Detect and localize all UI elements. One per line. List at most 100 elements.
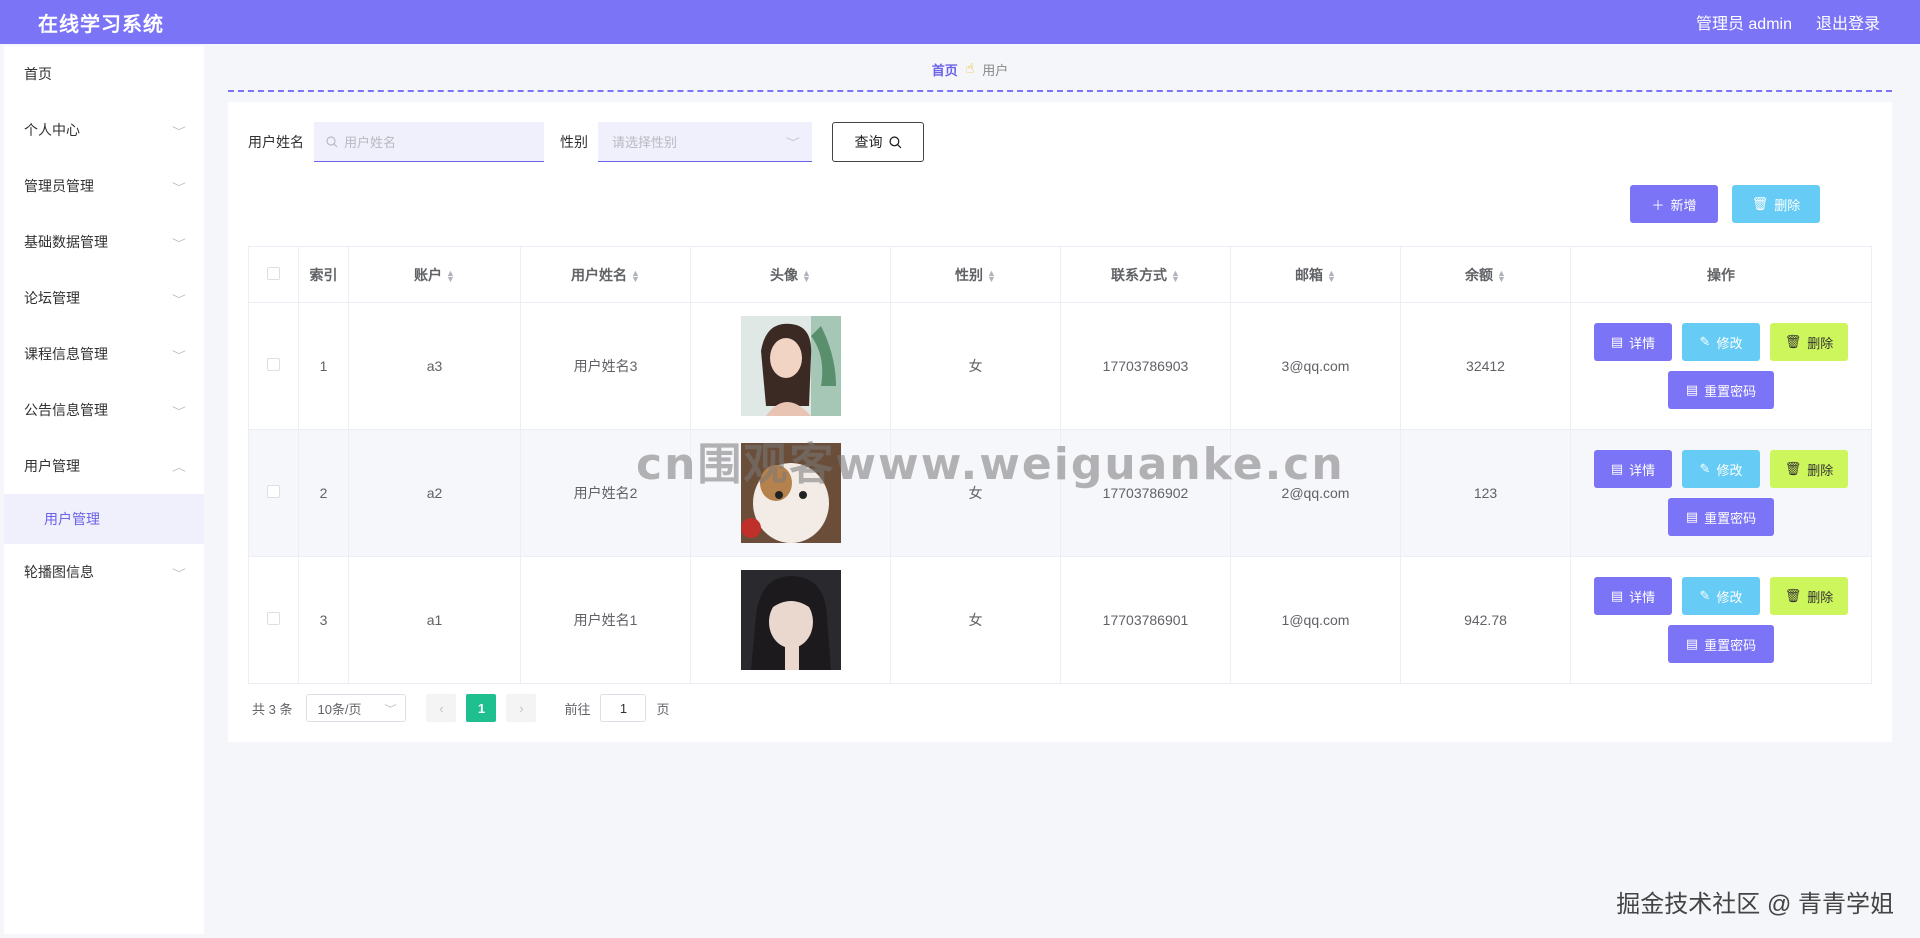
sidebar-item-basic-data[interactable]: 基础数据管理 ﹀: [4, 214, 204, 270]
row-checkbox[interactable]: [267, 358, 280, 371]
name-cell: 用户姓名2: [520, 429, 691, 557]
column-header-name[interactable]: 用户姓名 ▲ ▼: [520, 246, 691, 303]
reset-password-button[interactable]: ▤ 重置密码: [1668, 625, 1774, 663]
account-cell: a3: [348, 302, 521, 430]
reset-password-button[interactable]: ▤ 重置密码: [1668, 371, 1774, 409]
detail-button[interactable]: ▤ 详情: [1594, 577, 1672, 615]
sidebar-item-admin-management[interactable]: 管理员管理 ﹀: [4, 158, 204, 214]
sidebar-item-course-info[interactable]: 课程信息管理 ﹀: [4, 326, 204, 382]
query-button[interactable]: 查询: [832, 122, 924, 162]
chevron-down-icon: ﹀: [172, 126, 186, 138]
column-header-balance[interactable]: 余额 ▲ ▼: [1400, 246, 1571, 303]
detail-button[interactable]: ▤ 详情: [1594, 323, 1672, 361]
avatar[interactable]: [740, 316, 841, 416]
document-icon: ▤: [1610, 588, 1624, 603]
detail-button[interactable]: ▤ 详情: [1594, 450, 1672, 488]
gender-select-placeholder: 请选择性别: [612, 135, 678, 150]
document-icon: ▤: [1685, 636, 1699, 651]
chevron-up-icon: ︿: [172, 462, 186, 474]
chevron-down-icon: ﹀: [172, 350, 186, 362]
column-header-email[interactable]: 邮箱 ▲ ▼: [1230, 246, 1401, 303]
search-bar: 用户姓名 用户姓名 性别 请选择性别 ﹀ 查询: [248, 122, 924, 162]
gender-select[interactable]: 请选择性别 ﹀: [598, 122, 812, 162]
balance-cell: 123: [1400, 429, 1571, 557]
avatar[interactable]: [740, 443, 841, 543]
sidebar-item-notice-info[interactable]: 公告信息管理 ﹀: [4, 382, 204, 438]
breadcrumb-home[interactable]: 首页: [932, 60, 958, 79]
page-size-select[interactable]: 10条/页 ﹀: [306, 694, 407, 722]
phone-cell: 17703786903: [1060, 302, 1231, 430]
actions-cell: ▤ 详情 ✎ 修改 🗑 删除 ▤ 重置密码: [1570, 556, 1872, 684]
edit-button[interactable]: ✎ 修改: [1682, 450, 1760, 488]
sidebar-item-home[interactable]: 首页: [4, 46, 204, 102]
sidebar-subitem-user-management[interactable]: 用户管理: [4, 494, 204, 544]
sidebar: 首页 个人中心 ﹀ 管理员管理 ﹀ 基础数据管理 ﹀ 论坛管理 ﹀ 课程信息管理…: [4, 46, 204, 934]
delete-button[interactable]: 🗑 删除: [1770, 450, 1848, 488]
logout-link[interactable]: 退出登录: [1816, 10, 1880, 34]
name-cell: 用户姓名1: [520, 556, 691, 684]
trash-icon: 🗑: [1784, 588, 1802, 603]
trash-icon: 🗑: [1751, 196, 1769, 211]
column-header-avatar[interactable]: 头像 ▲ ▼: [690, 246, 891, 303]
reset-password-button[interactable]: ▤ 重置密码: [1668, 498, 1774, 536]
sort-icon[interactable]: ▲ ▼: [987, 268, 996, 283]
pencil-icon: ✎: [1699, 461, 1711, 476]
sidebar-item-personal-center[interactable]: 个人中心 ﹀: [4, 102, 204, 158]
pointing-hand-icon: ☝: [965, 60, 975, 76]
user-table: 索引 账户 ▲ ▼ 用户姓名 ▲ ▼ 头像 ▲ ▼ 性别 ▲ ▼ 联系方式 ▲ ▼ 邮箱 ▲ ▼ 余额 ▲…: [248, 246, 1872, 684]
batch-delete-button[interactable]: 🗑 删除: [1732, 185, 1820, 223]
sort-icon[interactable]: ▲ ▼: [1171, 268, 1180, 283]
email-cell: 3@qq.com: [1230, 302, 1401, 430]
sort-icon[interactable]: ▲ ▼: [446, 268, 455, 283]
goto-page-input[interactable]: 1: [600, 694, 647, 722]
sidebar-item-label: 管理员管理: [24, 178, 94, 194]
edit-button[interactable]: ✎ 修改: [1682, 323, 1760, 361]
chevron-down-icon: ﹀: [384, 703, 398, 714]
actions-cell: ▤ 详情 ✎ 修改 🗑 删除 ▤ 重置密码: [1570, 429, 1872, 557]
goto-suffix: 页: [656, 701, 670, 717]
sort-icon[interactable]: ▲ ▼: [1327, 268, 1336, 283]
add-button-label: 新增: [1670, 197, 1697, 213]
account-cell: a2: [348, 429, 521, 557]
sidebar-item-carousel-info[interactable]: 轮播图信息 ﹀: [4, 544, 204, 600]
chevron-right-icon: ›: [519, 700, 524, 716]
prev-page-button[interactable]: ‹: [426, 694, 457, 722]
sidebar-item-label: 用户管理: [24, 458, 80, 474]
column-header-phone[interactable]: 联系方式 ▲ ▼: [1060, 246, 1231, 303]
row-checkbox[interactable]: [267, 612, 280, 625]
header-user-area: 管理员 admin 退出登录: [1696, 10, 1880, 34]
pencil-icon: ✎: [1699, 334, 1711, 349]
goto-prefix: 前往: [564, 701, 591, 717]
trash-icon: 🗑: [1784, 461, 1802, 476]
name-search-input[interactable]: 用户姓名: [314, 122, 544, 162]
balance-cell: 942.78: [1400, 556, 1571, 684]
credit-text: 掘金技术社区 @ 青青学姐: [1616, 891, 1894, 918]
sidebar-item-label: 课程信息管理: [24, 346, 108, 362]
actions-cell: ▤ 详情 ✎ 修改 🗑 删除 ▤ 重置密码: [1570, 302, 1872, 430]
breadcrumb-current: 用户: [982, 63, 1009, 78]
next-page-button[interactable]: ›: [506, 694, 537, 722]
page-number-button[interactable]: 1: [466, 694, 497, 722]
avatar[interactable]: [740, 570, 841, 670]
row-checkbox[interactable]: [267, 485, 280, 498]
column-header-gender[interactable]: 性别 ▲ ▼: [890, 246, 1061, 303]
add-button[interactable]: ＋ 新增: [1630, 185, 1718, 223]
sort-icon[interactable]: ▲ ▼: [1497, 268, 1506, 283]
sidebar-item-label: 首页: [24, 66, 52, 82]
row-select-cell: [248, 429, 299, 557]
sort-icon[interactable]: ▲ ▼: [802, 268, 811, 283]
sidebar-item-label: 轮播图信息: [24, 564, 94, 580]
delete-button[interactable]: 🗑 删除: [1770, 323, 1848, 361]
edit-button[interactable]: ✎ 修改: [1682, 577, 1760, 615]
current-user-label: 管理员 admin: [1695, 16, 1792, 33]
chevron-down-icon: ﹀: [172, 182, 186, 194]
plus-icon: ＋: [1651, 197, 1665, 213]
delete-button[interactable]: 🗑 删除: [1770, 577, 1848, 615]
main-content: 用户姓名 用户姓名 性别 请选择性别 ﹀ 查询 ＋ 新增 🗑 删除 索引 账户 …: [228, 102, 1892, 742]
sidebar-item-forum[interactable]: 论坛管理 ﹀: [4, 270, 204, 326]
avatar-cell: [690, 302, 891, 430]
column-header-account[interactable]: 账户 ▲ ▼: [348, 246, 521, 303]
sort-icon[interactable]: ▲ ▼: [631, 268, 640, 283]
sidebar-item-user-management[interactable]: 用户管理 ︿: [4, 438, 204, 494]
select-all-checkbox[interactable]: [267, 266, 280, 280]
